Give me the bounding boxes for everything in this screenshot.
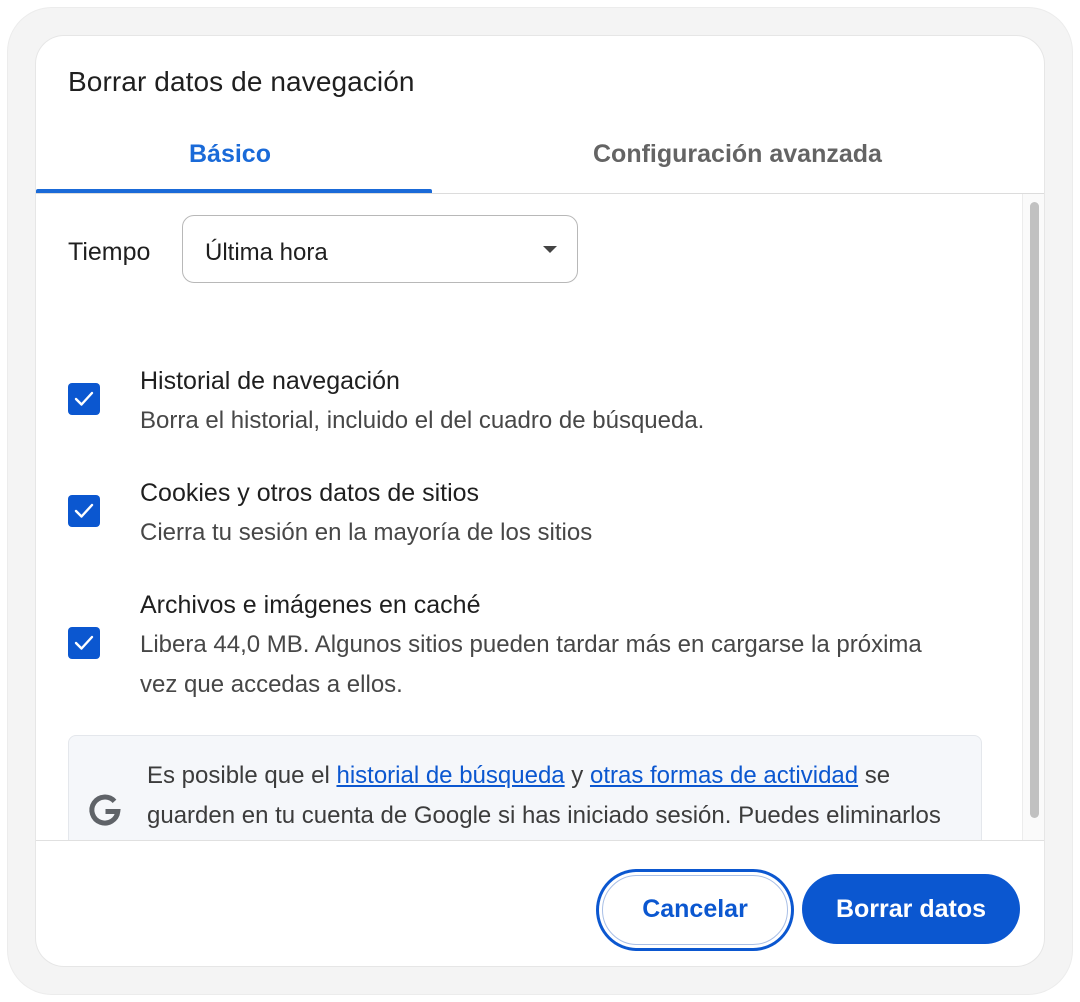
cookies-title: Cookies y otros datos de sitios bbox=[140, 479, 480, 507]
google-g-icon bbox=[89, 794, 121, 826]
checkmark-icon bbox=[74, 503, 94, 518]
cancel-button[interactable]: Cancelar bbox=[602, 875, 788, 945]
time-range-select[interactable]: Última hora bbox=[182, 215, 578, 283]
tab-basic[interactable]: Básico bbox=[189, 140, 271, 169]
browsing-history-checkbox[interactable] bbox=[68, 383, 100, 415]
other-activity-link[interactable]: otras formas de actividad bbox=[590, 762, 858, 789]
time-range-value: Última hora bbox=[205, 239, 328, 266]
dialog-title: Borrar datos de navegación bbox=[68, 66, 415, 97]
footer-divider bbox=[36, 840, 1044, 841]
info-text-part: y bbox=[564, 762, 590, 789]
cached-files-description: Libera 44,0 MB. Algunos sitios pueden ta… bbox=[140, 631, 922, 698]
cached-files-title: Archivos e imágenes en caché bbox=[140, 591, 481, 619]
time-range-label: Tiempo bbox=[68, 238, 151, 266]
scrollbar-thumb[interactable] bbox=[1030, 202, 1039, 818]
dialog-content: Tiempo Última hora Historial de navegaci… bbox=[36, 194, 1022, 840]
caret-down-icon bbox=[543, 246, 557, 253]
browsing-history-description: Borra el historial, incluido el del cuad… bbox=[140, 407, 705, 434]
tab-advanced-settings[interactable]: Configuración avanzada bbox=[593, 140, 882, 169]
info-text-part: Es posible que el bbox=[147, 762, 337, 789]
info-text: Es posible que el historial de búsqueda … bbox=[147, 756, 967, 840]
checkmark-icon bbox=[74, 635, 94, 650]
scrollbar[interactable] bbox=[1022, 194, 1044, 840]
cookies-description: Cierra tu sesión en la mayoría de los si… bbox=[140, 519, 593, 546]
cached-files-checkbox[interactable] bbox=[68, 627, 100, 659]
google-activity-info: Es posible que el historial de búsqueda … bbox=[68, 735, 982, 840]
delete-data-button[interactable]: Borrar datos bbox=[802, 874, 1020, 944]
clear-browsing-data-dialog: Borrar datos de navegación Básico Config… bbox=[36, 36, 1044, 966]
search-history-link[interactable]: historial de búsqueda bbox=[336, 762, 564, 789]
browsing-history-title: Historial de navegación bbox=[140, 367, 400, 395]
cookies-checkbox[interactable] bbox=[68, 495, 100, 527]
checkmark-icon bbox=[74, 391, 94, 406]
